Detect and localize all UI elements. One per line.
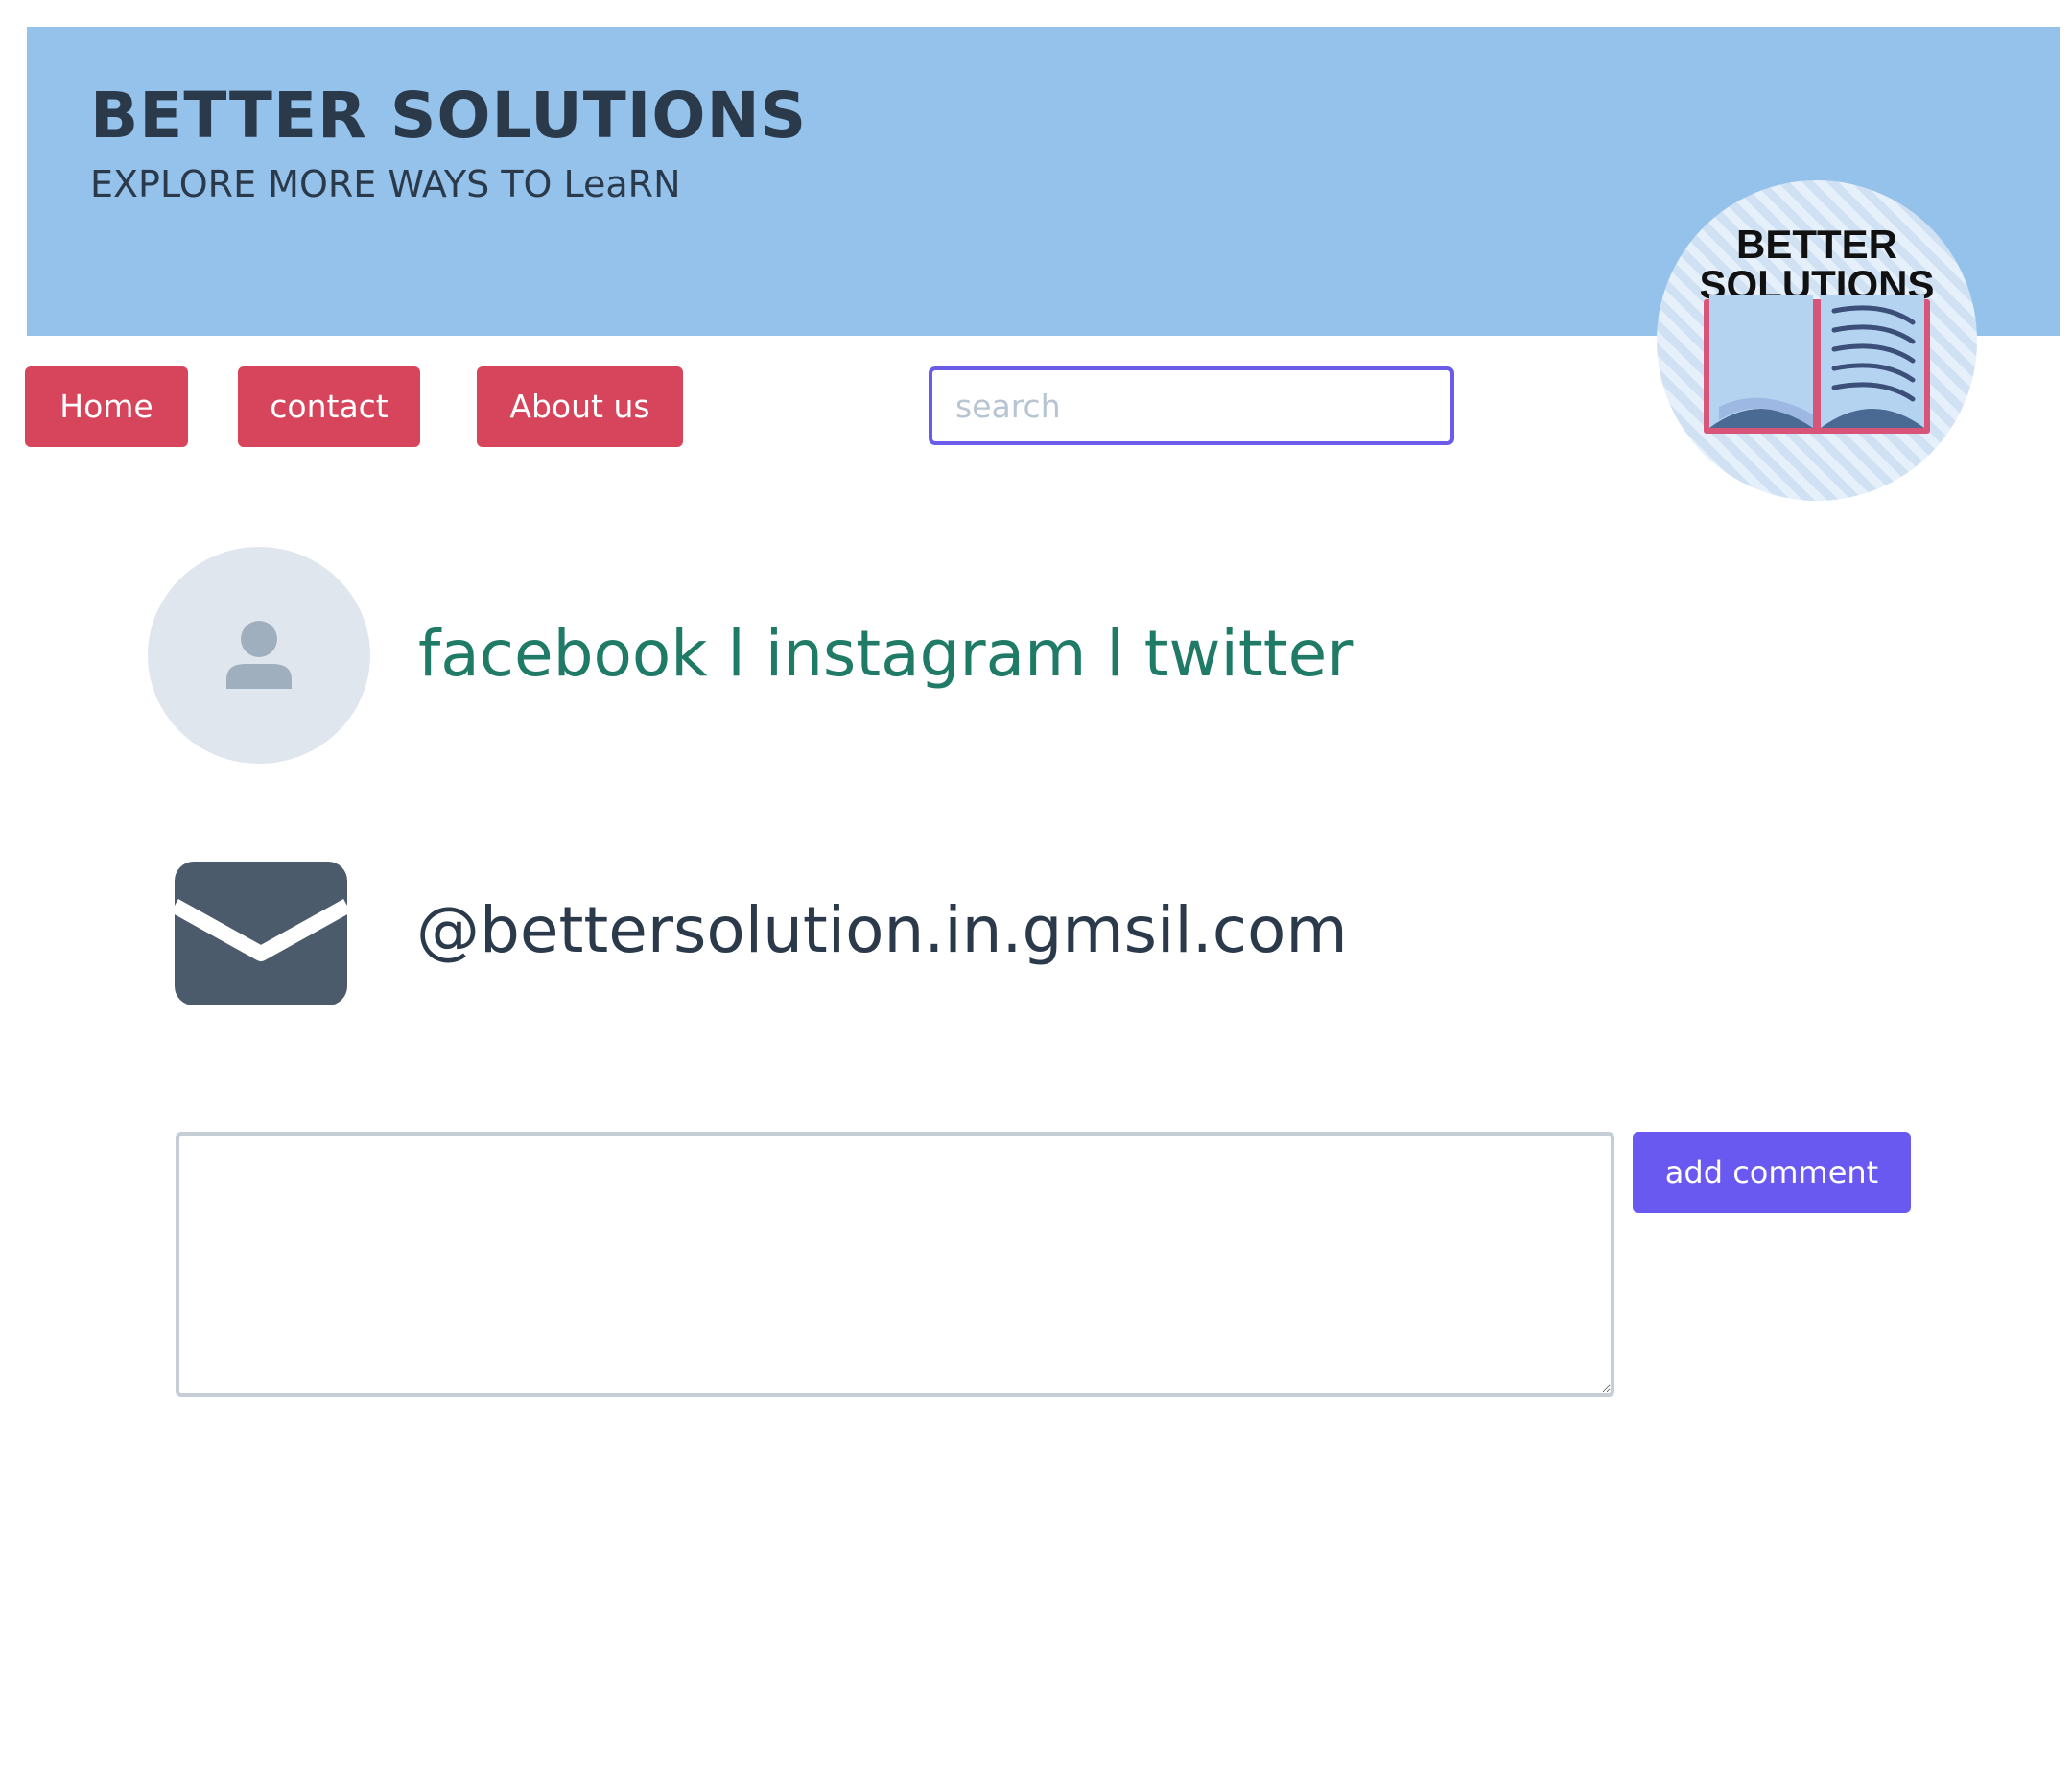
- contact-email-text: @bettersolution.in.gmsil.com: [416, 893, 1348, 967]
- comment-textarea[interactable]: [176, 1132, 1614, 1397]
- avatar: [148, 547, 370, 764]
- nav-home-button[interactable]: Home: [25, 366, 188, 447]
- add-comment-button[interactable]: add comment: [1633, 1132, 1911, 1213]
- open-book-icon: [1704, 296, 1930, 434]
- page: BETTER SOLUTIONS EXPLORE MORE WAYS TO Le…: [0, 0, 2072, 1773]
- social-links-text: facebook l instagram l twitter: [418, 617, 1354, 691]
- nav-about-us-button[interactable]: About us: [477, 366, 683, 447]
- nav-contact-button[interactable]: contact: [238, 366, 420, 447]
- site-subtitle: EXPLORE MORE WAYS TO LeaRN: [90, 163, 681, 205]
- logo: BETTER SOLUTIONS: [1657, 180, 1977, 501]
- envelope-icon: [175, 862, 347, 1005]
- search-input[interactable]: [929, 366, 1454, 445]
- logo-text-line1: BETTER: [1736, 222, 1897, 267]
- user-avatar-icon: [226, 621, 292, 689]
- site-title: BETTER SOLUTIONS: [90, 79, 808, 153]
